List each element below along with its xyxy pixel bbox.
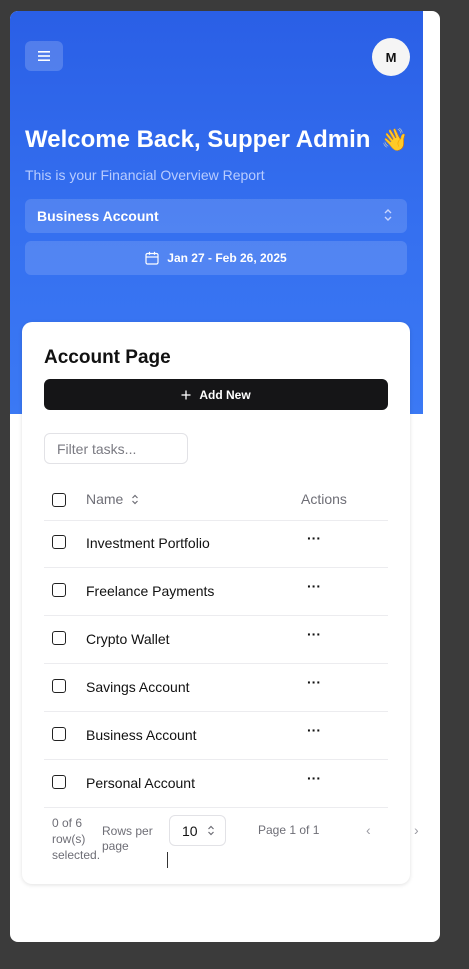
rows-per-page-label: Rows per page — [102, 824, 153, 853]
account-select[interactable]: Business Account — [25, 199, 407, 233]
name-column-label: Name — [86, 491, 124, 507]
text-cursor — [167, 852, 168, 868]
table-row: Investment Portfolio ··· — [44, 520, 388, 568]
row-name: Freelance Payments — [86, 583, 215, 599]
rows-chevron-icon — [208, 825, 214, 836]
account-select-value: Business Account — [37, 208, 159, 224]
add-new-label: Add New — [199, 387, 251, 402]
row-checkbox[interactable] — [52, 535, 66, 549]
plus-icon — [181, 390, 191, 399]
select-chevron-icon — [384, 209, 392, 221]
rows-per-page-value: 10 — [182, 822, 198, 839]
row-checkbox[interactable] — [52, 727, 66, 741]
menu-button[interactable] — [25, 41, 63, 71]
table-row: Savings Account ··· — [44, 664, 388, 712]
row-name: Business Account — [86, 727, 197, 743]
account-card: Account Page Add New Name Actions — [22, 322, 419, 884]
row-checkbox[interactable] — [52, 775, 66, 789]
more-icon[interactable]: ··· — [307, 530, 321, 546]
wave-emoji-icon: 👋 — [381, 127, 409, 152]
avatar[interactable]: M — [372, 38, 410, 76]
date-range-picker[interactable]: Jan 27 - Feb 26, 2025 — [25, 241, 407, 275]
next-page-button[interactable]: › — [414, 822, 419, 838]
table-header: Name Actions — [44, 482, 388, 521]
table-body: Investment Portfolio ··· Freelance Payme… — [44, 520, 388, 808]
table-row: Crypto Wallet ··· — [44, 616, 388, 664]
more-icon[interactable]: ··· — [307, 770, 321, 786]
table-row: Freelance Payments ··· — [44, 568, 388, 616]
app-window: M Welcome Back, Supper Admin 👋 This is y… — [10, 11, 440, 942]
welcome-text: Welcome Back, Supper Admin — [25, 126, 371, 153]
add-new-button[interactable]: Add New — [44, 379, 388, 410]
name-column-header[interactable]: Name — [86, 491, 139, 507]
row-name: Personal Account — [86, 775, 195, 791]
more-icon[interactable]: ··· — [307, 578, 321, 594]
calendar-icon — [145, 251, 159, 265]
table-row: Business Account ··· — [44, 712, 388, 760]
filter-input[interactable] — [44, 433, 188, 464]
table-row: Personal Account ··· — [44, 760, 388, 808]
date-range-text: Jan 27 - Feb 26, 2025 — [167, 251, 287, 265]
card-title: Account Page — [44, 347, 171, 368]
more-icon[interactable]: ··· — [307, 626, 321, 642]
sort-icon — [132, 494, 139, 504]
page-title: Welcome Back, Supper Admin 👋 — [25, 126, 409, 154]
previous-page-button[interactable]: ‹ — [366, 822, 371, 838]
page-info: Page 1 of 1 — [258, 823, 320, 837]
rows-per-page-select[interactable]: 10 — [169, 815, 226, 846]
row-checkbox[interactable] — [52, 583, 66, 597]
row-name: Crypto Wallet — [86, 631, 170, 647]
more-icon[interactable]: ··· — [307, 722, 321, 738]
menu-icon — [38, 51, 50, 61]
row-name: Savings Account — [86, 679, 190, 695]
selected-count: 0 of 6 row(s) selected. — [52, 816, 101, 862]
more-icon[interactable]: ··· — [307, 674, 321, 690]
select-all-checkbox[interactable] — [52, 493, 66, 507]
row-name: Investment Portfolio — [86, 535, 210, 551]
actions-column-header: Actions — [301, 491, 347, 507]
page-subtitle: This is your Financial Overview Report — [25, 167, 265, 183]
row-checkbox[interactable] — [52, 679, 66, 693]
row-checkbox[interactable] — [52, 631, 66, 645]
